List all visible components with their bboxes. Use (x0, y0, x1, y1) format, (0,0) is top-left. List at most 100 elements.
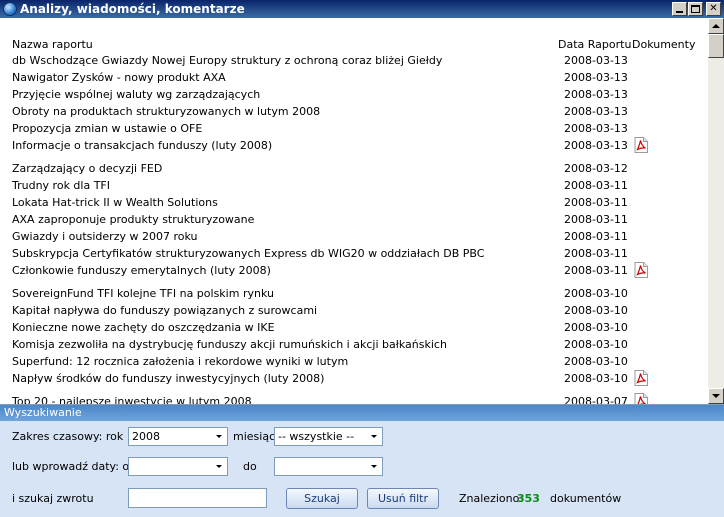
close-icon: ✕ (709, 3, 718, 14)
report-title[interactable]: Gwiazdy i outsiderzy w 2007 roku (12, 229, 198, 244)
report-title[interactable]: Napływ środków do funduszy inwestycyjnyc… (12, 371, 324, 386)
table-row[interactable]: AXA zaproponuje produkty strukturyzowane… (0, 211, 708, 228)
date-from-dropdown-button[interactable] (212, 458, 227, 475)
report-date: 2008-03-10 (564, 287, 628, 300)
table-row[interactable]: Gwiazdy i outsiderzy w 2007 roku 2008-03-… (0, 228, 708, 245)
report-title[interactable]: SovereignFund TFI kolejne TFI na polskim… (12, 286, 274, 301)
table-row[interactable]: Propozycja zmian w ustawie o OFE 2008-03-… (0, 120, 708, 137)
search-panel-title: Wyszukiwanie (0, 405, 724, 421)
table-row[interactable]: Lokata Hat-trick II w Wealth Solutions 20… (0, 194, 708, 211)
report-title[interactable]: Nawigator Zysków - nowy produkt AXA (12, 70, 226, 85)
table-row[interactable]: Nawigator Zysków - nowy produkt AXA 2008-… (0, 69, 708, 86)
report-date: 2008-03-13 (564, 88, 628, 101)
report-date: 2008-03-11 (564, 179, 628, 192)
report-date: 2008-03-10 (564, 355, 628, 368)
scroll-thumb[interactable] (708, 34, 724, 58)
found-suffix: dokumentów (550, 492, 622, 505)
search-button[interactable]: Szukaj (286, 488, 358, 509)
month-dropdown-button[interactable] (367, 428, 382, 445)
window-title: Analizy, wiadomości, komentarze (20, 2, 245, 16)
year-dropdown-button[interactable] (212, 428, 227, 445)
scroll-down-button[interactable] (708, 388, 724, 404)
year-value: 2008 (132, 430, 160, 443)
date-to-label: do (243, 460, 257, 473)
column-header-documents[interactable]: Dokumenty (632, 38, 695, 52)
pdf-document-icon[interactable] (634, 262, 648, 278)
table-row[interactable]: Komisja zezwoliła na dystrybucję fundusz… (0, 336, 708, 353)
table-row[interactable]: Top 20 - najlepsze inwestycje w lutym 20… (0, 393, 708, 404)
report-title[interactable]: Przyjęcie wspólnej waluty wg zarządzając… (12, 87, 260, 102)
table-row[interactable]: db Wschodzące Gwiazdy Nowej Europy struk… (0, 52, 708, 69)
report-title[interactable]: Lokata Hat-trick II w Wealth Solutions (12, 195, 218, 210)
report-date: 2008-03-13 (564, 139, 628, 152)
maximize-button[interactable] (688, 2, 703, 16)
table-row[interactable]: Członkowie funduszy emerytalnych (luty 2… (0, 262, 708, 279)
report-title[interactable]: Konieczne nowe zachęty do oszczędzania w… (12, 320, 275, 335)
report-date: 2008-03-07 (564, 395, 628, 404)
table-row[interactable]: SovereignFund TFI kolejne TFI na polskim… (0, 285, 708, 302)
window-title-bar[interactable]: Analizy, wiadomości, komentarze ✕ (0, 0, 724, 18)
report-title[interactable]: Top 20 - najlepsze inwestycje w lutym 20… (12, 394, 252, 404)
month-select[interactable]: -- wszystkie -- (274, 427, 383, 446)
column-header-name[interactable]: Nazwa raportu (12, 38, 93, 52)
app-globe-icon (3, 2, 17, 16)
report-list: Nazwa raportu Data Raportu Dokumenty db … (0, 18, 708, 404)
date-to-dropdown-button[interactable] (367, 458, 382, 475)
report-title[interactable]: AXA zaproponuje produkty strukturyzowane (12, 212, 254, 227)
report-date: 2008-03-11 (564, 213, 628, 226)
chevron-down-icon (371, 435, 377, 438)
report-date: 2008-03-10 (564, 304, 628, 317)
report-title[interactable]: Kapitał napływa do funduszy powiązanych … (12, 303, 317, 318)
date-from-field[interactable] (128, 457, 228, 476)
maximize-icon (691, 5, 700, 13)
minimize-button[interactable] (672, 2, 687, 16)
month-label: miesiąc (233, 430, 276, 443)
report-date: 2008-03-12 (564, 162, 628, 175)
clear-filter-button[interactable]: Usuń filtr (367, 488, 439, 509)
chevron-down-icon (216, 465, 222, 468)
table-row[interactable]: Obroty na produktach strukturyzowanych w… (0, 103, 708, 120)
list-scrollbar[interactable] (708, 18, 724, 404)
chevron-down-icon (216, 435, 222, 438)
table-row[interactable]: Superfund: 12 rocznica założenia i rekor… (0, 353, 708, 370)
report-date: 2008-03-10 (564, 372, 628, 385)
report-title[interactable]: Komisja zezwoliła na dystrybucję fundusz… (12, 337, 447, 352)
pdf-document-icon[interactable] (634, 393, 648, 404)
report-title[interactable]: Obroty na produktach strukturyzowanych w… (12, 104, 320, 119)
report-title[interactable]: Członkowie funduszy emerytalnych (luty 2… (12, 263, 271, 278)
report-date: 2008-03-13 (564, 54, 628, 67)
report-date: 2008-03-11 (564, 264, 628, 277)
pdf-document-icon[interactable] (634, 137, 648, 153)
year-select[interactable]: 2008 (128, 427, 228, 446)
found-label: Znaleziono: (459, 492, 524, 505)
scroll-up-button[interactable] (708, 18, 724, 34)
phrase-input[interactable] (128, 488, 267, 508)
report-title[interactable]: Subskrypcja Certyfikatów strukturyzowany… (12, 246, 484, 261)
phrase-label: i szukaj zwrotu (12, 492, 94, 505)
date-to-field[interactable] (274, 457, 383, 476)
table-row[interactable]: Napływ środków do funduszy inwestycyjnyc… (0, 370, 708, 387)
report-title[interactable]: Trudny rok dla TFI (12, 178, 110, 193)
report-date: 2008-03-10 (564, 321, 628, 334)
close-button[interactable]: ✕ (706, 2, 721, 16)
table-row[interactable]: Kapitał napływa do funduszy powiązanych … (0, 302, 708, 319)
pdf-document-icon[interactable] (634, 370, 648, 386)
report-title[interactable]: Informacje o transakcjach funduszy (luty… (12, 138, 272, 153)
report-title[interactable]: Zarządzający o decyzji FED (12, 161, 162, 176)
table-row[interactable]: Konieczne nowe zachęty do oszczędzania w… (0, 319, 708, 336)
arrow-up-icon (712, 24, 720, 28)
report-date: 2008-03-11 (564, 230, 628, 243)
table-row[interactable]: Przyjęcie wspólnej waluty wg zarządzając… (0, 86, 708, 103)
table-row[interactable]: Subskrypcja Certyfikatów strukturyzowany… (0, 245, 708, 262)
table-row[interactable]: Zarządzający o decyzji FED 2008-03-12 (0, 160, 708, 177)
table-row[interactable]: Trudny rok dla TFI 2008-03-11 (0, 177, 708, 194)
report-date: 2008-03-11 (564, 247, 628, 260)
report-date: 2008-03-11 (564, 196, 628, 209)
report-title[interactable]: Propozycja zmian w ustawie o OFE (12, 121, 202, 136)
dates-label: lub wprowadź daty: od (12, 460, 137, 473)
table-row[interactable]: Informacje o transakcjach funduszy (luty… (0, 137, 708, 154)
report-title[interactable]: Superfund: 12 rocznica założenia i rekor… (12, 354, 348, 369)
column-header-date[interactable]: Data Raportu (558, 38, 631, 52)
report-date: 2008-03-10 (564, 338, 628, 351)
report-title[interactable]: db Wschodzące Gwiazdy Nowej Europy struk… (12, 53, 442, 68)
